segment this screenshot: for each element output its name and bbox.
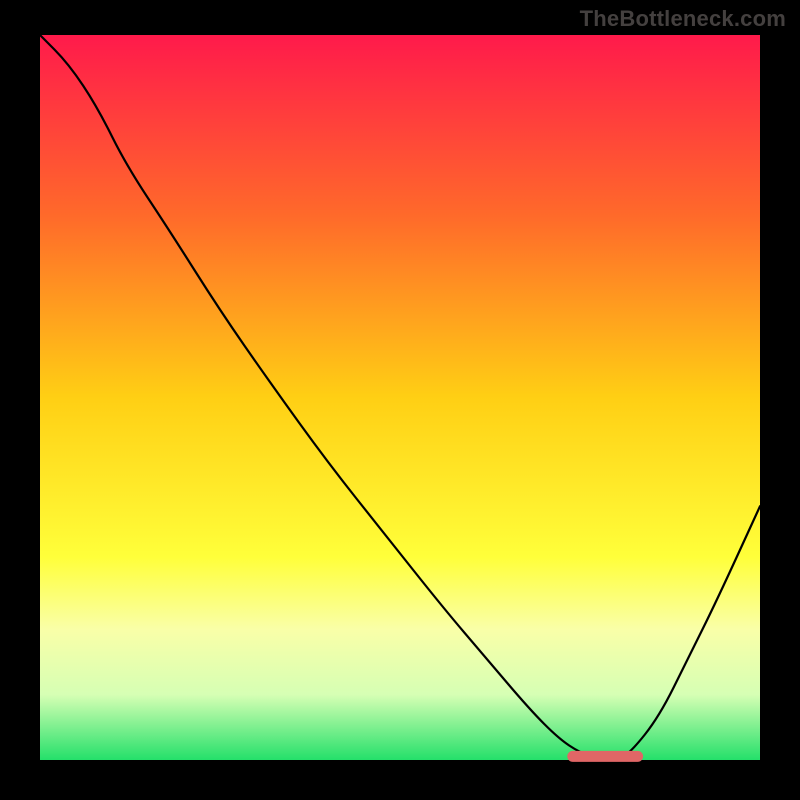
plot-background [40, 35, 760, 760]
chart-stage: TheBottleneck.com [0, 0, 800, 800]
watermark-text: TheBottleneck.com [580, 6, 786, 32]
bottleneck-chart [0, 0, 800, 800]
